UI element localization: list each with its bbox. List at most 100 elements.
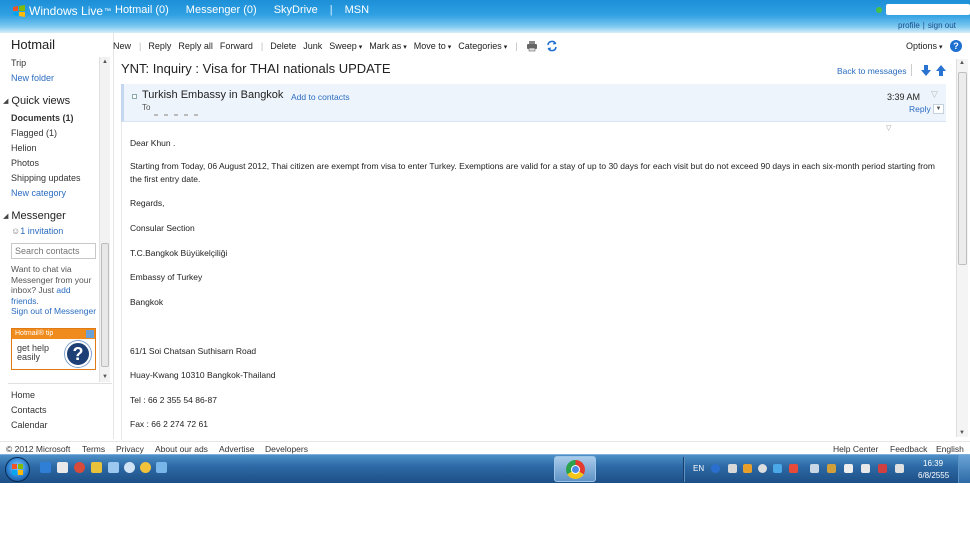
search-contacts-input[interactable] [11, 243, 96, 259]
scroll-up-icon[interactable]: ▲ [102, 59, 108, 65]
new-folder-link[interactable]: New folder [11, 73, 54, 83]
footer-advertise-link[interactable]: Advertise [219, 444, 254, 454]
chrome-taskbar-button[interactable] [554, 456, 596, 482]
tray-icon[interactable] [743, 464, 752, 473]
page-footer: © 2012 Microsoft Terms Privacy About our… [0, 441, 970, 454]
footer-help-center-link[interactable]: Help Center [833, 444, 878, 454]
footer-terms-link[interactable]: Terms [82, 444, 105, 454]
quick-views-header[interactable]: ◢ Quick views [3, 95, 70, 107]
hotmail-title[interactable]: Hotmail [11, 37, 55, 52]
window-quicklaunch-icon[interactable] [108, 462, 119, 473]
help-tray-icon[interactable] [711, 464, 720, 473]
hotmail-tip-ad[interactable]: Hotmail® tip get help easily ? [11, 328, 96, 370]
messenger-quicklaunch-icon[interactable] [140, 462, 151, 473]
sign-out-messenger-link[interactable]: Sign out of Messenger [11, 306, 96, 316]
footer-language-link[interactable]: English [936, 444, 964, 454]
messenger-header[interactable]: ◢ Messenger [3, 210, 66, 222]
media-quicklaunch-icon[interactable] [74, 462, 85, 473]
nav-skydrive[interactable]: SkyDrive [274, 4, 318, 16]
footer-about-ads-link[interactable]: About our ads [155, 444, 208, 454]
contacts-link[interactable]: Contacts [11, 405, 47, 415]
body-fax: Fax : 66 2 274 72 61 [130, 419, 208, 429]
sender-name[interactable]: Turkish Embassy in Bangkok [142, 89, 283, 101]
quick-view-documents[interactable]: Documents (1) [11, 113, 74, 123]
message-scrollbar[interactable]: ▲ ▼ [956, 59, 968, 437]
clock-date[interactable]: 6/8/2555 [918, 471, 949, 480]
tray-icon[interactable] [728, 464, 737, 473]
add-to-contacts-link[interactable]: Add to contacts [291, 92, 350, 102]
delete-button[interactable]: Delete [270, 41, 296, 51]
options-label: Options [906, 41, 938, 51]
clock-time[interactable]: 16:39 [923, 459, 943, 468]
new-category-link[interactable]: New category [11, 188, 66, 198]
ie-quicklaunch-icon[interactable] [40, 462, 51, 473]
nav-messenger[interactable]: Messenger (0) [186, 4, 257, 16]
sweep-dropdown[interactable]: Sweep [329, 41, 362, 51]
to-label: To [142, 103, 151, 112]
quick-view-helion[interactable]: Helion [11, 143, 37, 153]
previous-message-arrow-icon[interactable] [936, 65, 946, 76]
language-indicator[interactable]: EN [693, 464, 704, 473]
app-quicklaunch-icon[interactable] [124, 462, 135, 473]
help-icon[interactable]: ? [950, 40, 962, 52]
account-links: profile | sign out [898, 21, 956, 30]
invitation-link[interactable]: ☺1 invitation [11, 226, 63, 236]
back-to-messages-link[interactable]: Back to messages [837, 66, 906, 76]
reply-options-chevron-icon[interactable]: ▼ [933, 104, 944, 114]
explorer-quicklaunch-icon[interactable] [57, 462, 68, 473]
categories-dropdown[interactable]: Categories [458, 41, 507, 51]
new-button[interactable]: New [113, 41, 131, 51]
quick-view-shipping-updates[interactable]: Shipping updates [11, 173, 81, 183]
tray-icon[interactable] [789, 464, 798, 473]
desktop-quicklaunch-icon[interactable] [156, 462, 167, 473]
ad-choices-icon[interactable] [86, 330, 94, 338]
options-dropdown[interactable]: Options ▾ [906, 41, 943, 51]
forward-button[interactable]: Forward [220, 41, 253, 51]
nav-hotmail[interactable]: Hotmail (0) [115, 4, 169, 16]
tray-icon[interactable] [827, 464, 836, 473]
show-desktop-button[interactable] [958, 455, 970, 483]
quick-view-flagged[interactable]: Flagged (1) [11, 128, 57, 138]
reply-button[interactable]: Reply [148, 41, 171, 51]
start-button[interactable] [5, 457, 30, 482]
flag-icon[interactable]: ▽ [931, 89, 938, 100]
scroll-down-icon[interactable]: ▼ [102, 374, 108, 380]
scroll-thumb[interactable] [958, 72, 967, 265]
tip-header: Hotmail® tip [12, 329, 95, 339]
tray-icon[interactable] [773, 464, 782, 473]
folder-trip[interactable]: Trip [11, 58, 26, 68]
body-consular-section: Consular Section [130, 223, 195, 233]
calendar-link[interactable]: Calendar [11, 420, 48, 430]
tray-icon[interactable] [810, 464, 819, 473]
refresh-icon[interactable] [546, 40, 558, 52]
network-icon[interactable] [861, 464, 870, 473]
tray-icon[interactable] [758, 464, 767, 473]
nav-msn[interactable]: MSN [345, 4, 369, 16]
windows-live-logo[interactable]: Windows Live ™ [12, 3, 111, 19]
print-icon[interactable] [526, 40, 538, 52]
footer-privacy-link[interactable]: Privacy [116, 444, 144, 454]
quick-view-photos[interactable]: Photos [11, 158, 39, 168]
volume-icon[interactable] [895, 464, 904, 473]
scroll-thumb[interactable] [101, 243, 109, 367]
chat-prompt-end: . [36, 295, 39, 306]
folder-quicklaunch-icon[interactable] [91, 462, 102, 473]
tray-icon[interactable] [844, 464, 853, 473]
footer-feedback-link[interactable]: Feedback [890, 444, 927, 454]
scroll-up-icon[interactable]: ▲ [959, 60, 965, 66]
left-scrollbar[interactable]: ▲ ▼ [99, 57, 110, 382]
home-link[interactable]: Home [11, 390, 35, 400]
reply-all-button[interactable]: Reply all [178, 41, 213, 51]
footer-developers-link[interactable]: Developers [265, 444, 308, 454]
sign-out-link[interactable]: sign out [928, 21, 956, 30]
junk-button[interactable]: Junk [303, 41, 322, 51]
move-to-dropdown[interactable]: Move to [414, 41, 451, 51]
user-status[interactable]: ▼ [876, 4, 970, 15]
next-message-arrow-icon[interactable] [921, 65, 931, 76]
profile-link[interactable]: profile [898, 21, 920, 30]
windows-logo-icon [12, 464, 24, 476]
scroll-down-icon[interactable]: ▼ [959, 430, 965, 436]
action-center-icon[interactable] [878, 464, 887, 473]
reply-link[interactable]: Reply [909, 104, 931, 114]
mark-as-dropdown[interactable]: Mark as [369, 41, 406, 51]
